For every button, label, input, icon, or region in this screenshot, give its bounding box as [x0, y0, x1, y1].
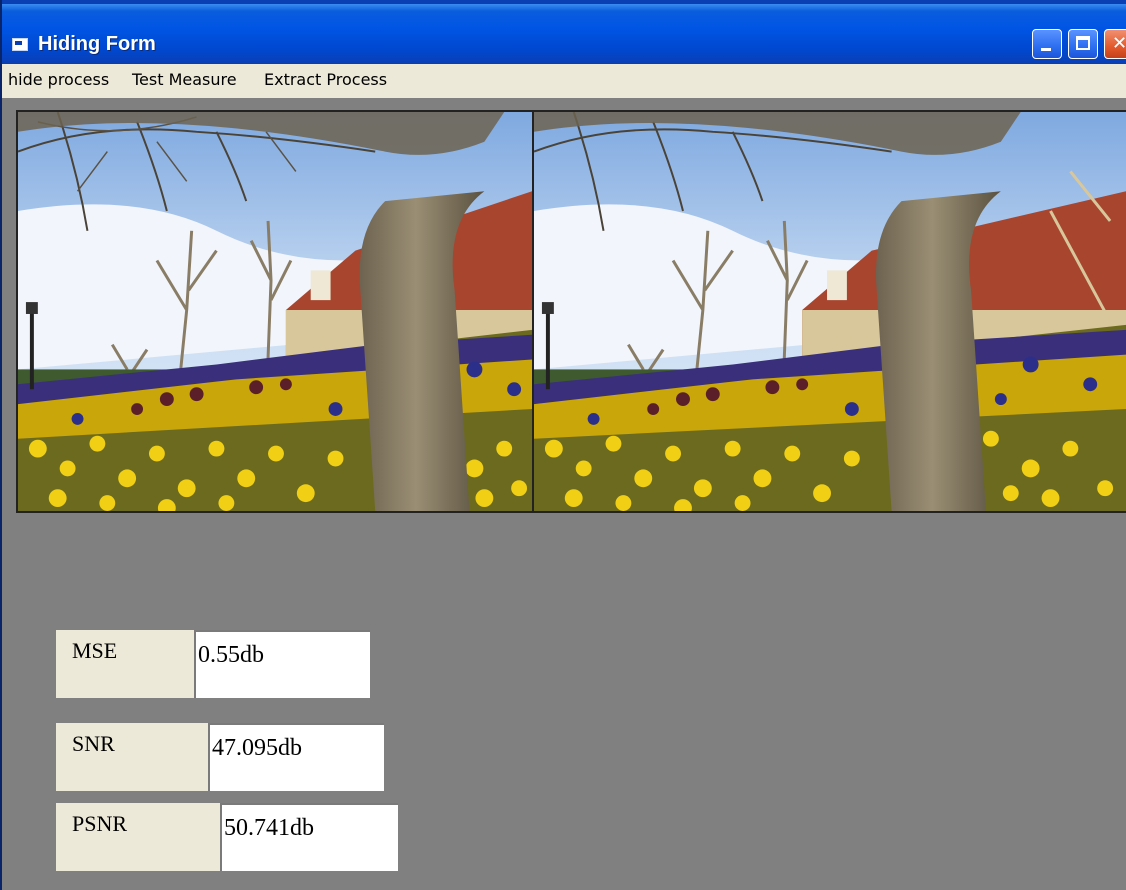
menu-bar: hide process Test Measure Extract Proces… — [2, 64, 1126, 98]
hiding-form-window: Hiding Form hide process Test Measure Ex… — [0, 0, 1126, 890]
psnr-label: PSNR — [72, 811, 128, 836]
mse-value-field[interactable]: 0.55db — [194, 630, 370, 698]
maximize-button[interactable] — [1068, 29, 1098, 59]
minimize-button[interactable] — [1032, 29, 1062, 59]
flower-garden-picture-right — [534, 112, 1126, 511]
mse-box: MSE 0.55db — [56, 630, 370, 698]
window-title: Hiding Form — [38, 33, 156, 55]
psnr-box: PSNR 50.741db — [56, 803, 398, 871]
menu-extract-process[interactable]: Extract Process — [264, 70, 387, 89]
close-button[interactable] — [1104, 29, 1126, 59]
mse-label: MSE — [72, 638, 118, 663]
menu-hide-process[interactable]: hide process — [8, 70, 109, 89]
snr-box: SNR 47.095db — [56, 723, 384, 791]
menu-test-measure[interactable]: Test Measure — [132, 70, 237, 89]
title-bar[interactable]: Hiding Form — [2, 0, 1126, 64]
window-app-icon[interactable] — [12, 38, 28, 51]
snr-value-field[interactable]: 47.095db — [208, 723, 384, 791]
snr-label: SNR — [72, 731, 115, 756]
original-image — [16, 110, 534, 513]
flower-garden-picture-left — [18, 112, 532, 511]
stego-image — [532, 110, 1126, 513]
psnr-value-field[interactable]: 50.741db — [220, 803, 398, 871]
